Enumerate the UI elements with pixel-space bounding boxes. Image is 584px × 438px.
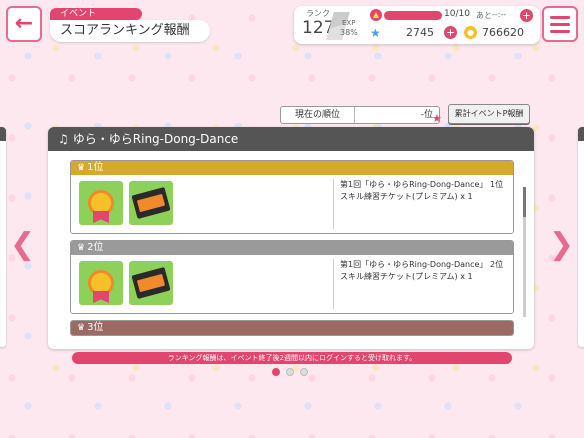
current-rank-box: 現在の順位 -位 [280, 106, 440, 124]
current-rank-label: 現在の順位 [281, 107, 355, 123]
crown-icon: ♛ [77, 243, 86, 253]
next-page-arrow-icon[interactable]: ❯ [549, 230, 574, 260]
back-button[interactable]: ← [6, 6, 42, 42]
medal-item-icon[interactable] [79, 181, 123, 225]
panel-header: ♫ ゆら・ゆらRing-Dong-Dance [48, 127, 534, 151]
song-title: ゆら・ゆらRing-Dong-Dance [72, 132, 239, 146]
add-gems-button[interactable]: + [444, 26, 457, 39]
reward-rank-header: ♛ 1位 [71, 161, 513, 175]
hamburger-menu-icon [550, 15, 570, 19]
star-gem-icon: ★ [370, 26, 381, 40]
crown-icon: ♛ [77, 163, 86, 173]
skill-ticket-item-icon[interactable] [129, 261, 173, 305]
page-title: スコアランキング報酬 [50, 20, 210, 42]
page-dot[interactable] [300, 368, 308, 376]
stamina-bar-fill [384, 11, 442, 20]
music-note-icon: ♫ [58, 132, 69, 146]
exp-percent: 38% [340, 28, 358, 37]
back-arrow-icon: ← [14, 11, 34, 36]
stamina-bar [384, 11, 442, 20]
ranking-reward-panel: ♫ ゆら・ゆらRing-Dong-Dance ♛ 1位 第1回「ゆら・ゆらRing-… [48, 127, 534, 349]
exp-label: EXP [342, 19, 356, 27]
stamina-recovery-time: --:-- [492, 10, 507, 19]
reward-list-scrollbar[interactable] [523, 187, 526, 317]
stamina-value: 10/10 [444, 9, 470, 19]
ranking-reward-notice: ランキング報酬は、イベント終了後2週間以内にログインすると受け取れます。 [72, 352, 512, 364]
scrollbar-thumb[interactable] [523, 187, 526, 217]
player-status-panel: ランク 127 EXP 38% ▲ 10/10 あと --:-- + ★ 274… [294, 6, 540, 44]
reward-rank-label: 1位 [87, 162, 104, 173]
next-panel-peek[interactable] [578, 127, 584, 347]
menu-button[interactable] [542, 6, 578, 42]
pagination-dots [272, 368, 308, 376]
reward-rank-label: 2位 [87, 242, 104, 253]
prev-panel-peek[interactable] [0, 127, 6, 347]
event-point-rewards-button[interactable]: 累計イベントP報酬 [448, 104, 530, 124]
coin-icon: ● [464, 26, 477, 39]
rank-star-icon: ★ [432, 112, 442, 125]
gems-value: 2745 [406, 26, 434, 39]
coins-value: 766620 [482, 26, 524, 39]
page-dot[interactable] [272, 368, 280, 376]
reward-description: 第1回「ゆら・ゆらRing-Dong-Dance」 2位 スキル練習チケット(プ… [333, 259, 513, 309]
crown-icon: ♛ [77, 323, 86, 333]
page-title-plate: イベント スコアランキング報酬 [50, 8, 210, 42]
reward-list[interactable]: ♛ 1位 第1回「ゆら・ゆらRing-Dong-Dance」 1位 スキル練習チケ… [70, 160, 514, 349]
stamina-icon: ▲ [370, 9, 382, 21]
reward-rank-label: 3位 [87, 322, 104, 333]
reward-rank-header: ♛ 3位 [71, 321, 513, 335]
skill-ticket-item-icon[interactable] [129, 181, 173, 225]
title-tag: イベント [50, 8, 142, 20]
reward-rank-1: ♛ 1位 第1回「ゆら・ゆらRing-Dong-Dance」 1位 スキル練習チケ… [70, 160, 514, 234]
page-dot[interactable] [286, 368, 294, 376]
reward-rank-3: ♛ 3位 [70, 320, 514, 336]
stamina-remaining-label: あと [476, 11, 492, 20]
medal-item-icon[interactable] [79, 261, 123, 305]
add-stamina-button[interactable]: + [520, 9, 533, 22]
reward-rank-header: ♛ 2位 [71, 241, 513, 255]
prev-page-arrow-icon[interactable]: ❮ [10, 230, 35, 260]
reward-description: 第1回「ゆら・ゆらRing-Dong-Dance」 1位 スキル練習チケット(プ… [333, 179, 513, 229]
reward-rank-2: ♛ 2位 第1回「ゆら・ゆらRing-Dong-Dance」 2位 スキル練習チケ… [70, 240, 514, 314]
